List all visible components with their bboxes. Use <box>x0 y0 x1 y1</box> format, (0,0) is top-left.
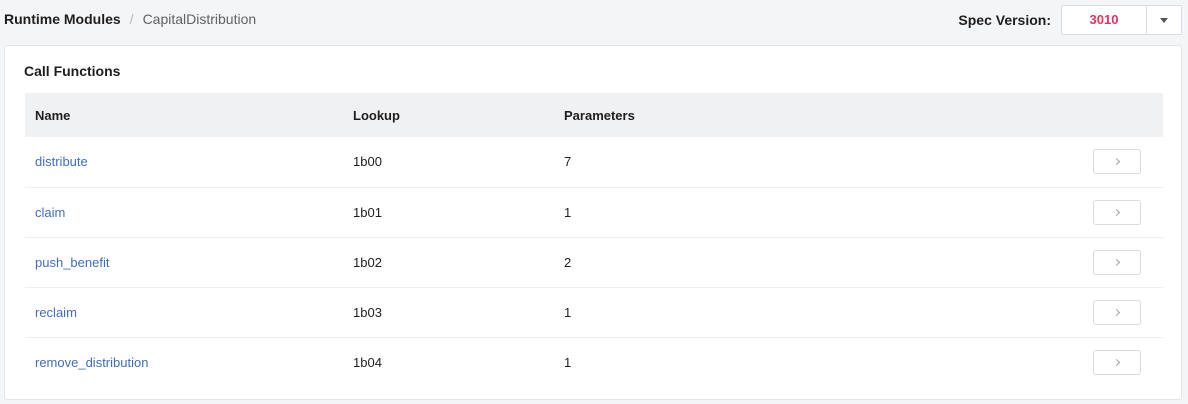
breadcrumb-root[interactable]: Runtime Modules <box>4 11 121 27</box>
spec-version-select[interactable]: 3010 <box>1061 5 1182 35</box>
function-name-link[interactable]: remove_distribution <box>35 355 148 370</box>
spec-version-value[interactable]: 3010 <box>1062 6 1147 34</box>
lookup-cell: 1b02 <box>353 254 382 270</box>
card-title: Call Functions <box>24 63 121 79</box>
parameters-cell: 7 <box>564 154 572 170</box>
view-details-button[interactable] <box>1093 349 1141 375</box>
lookup-cell: 1b00 <box>353 154 382 170</box>
chevron-right-icon <box>1112 358 1120 366</box>
column-header-lookup: Lookup <box>353 107 400 123</box>
view-details-button[interactable] <box>1093 249 1141 275</box>
lookup-cell: 1b01 <box>353 204 382 220</box>
view-details-button[interactable] <box>1093 299 1141 325</box>
parameters-cell: 1 <box>564 304 572 320</box>
chevron-right-icon <box>1112 258 1120 266</box>
parameters-cell: 2 <box>564 254 572 270</box>
parameters-cell: 1 <box>564 354 572 370</box>
spec-version-control: Spec Version: 3010 <box>958 5 1182 35</box>
chevron-right-icon <box>1112 158 1120 166</box>
view-details-button[interactable] <box>1093 149 1141 175</box>
breadcrumb-current: CapitalDistribution <box>142 11 257 27</box>
function-name-link[interactable]: reclaim <box>35 305 77 320</box>
spec-version-label: Spec Version: <box>958 12 1051 28</box>
table-row: remove_distribution 1b04 1 <box>25 337 1163 387</box>
chevron-right-icon <box>1112 208 1120 216</box>
column-header-action <box>860 93 1163 137</box>
table-row: push_benefit 1b02 2 <box>25 237 1163 287</box>
function-name-link[interactable]: distribute <box>35 154 88 169</box>
table-header-row: Name Lookup Parameters <box>25 93 1163 137</box>
call-functions-table: Name Lookup Parameters distribute 1b00 7… <box>25 93 1163 387</box>
chevron-right-icon <box>1112 308 1120 316</box>
breadcrumb: Runtime Modules / CapitalDistribution <box>4 11 256 27</box>
table-row: distribute 1b00 7 <box>25 137 1163 187</box>
function-name-link[interactable]: claim <box>35 205 65 220</box>
spec-version-dropdown-button[interactable] <box>1147 6 1181 34</box>
top-bar: Runtime Modules / CapitalDistribution Sp… <box>0 0 1188 38</box>
column-header-name: Name <box>35 107 71 123</box>
parameters-cell: 1 <box>564 204 572 220</box>
function-name-link[interactable]: push_benefit <box>35 255 109 270</box>
chevron-down-icon <box>1160 17 1168 23</box>
lookup-cell: 1b03 <box>353 304 382 320</box>
breadcrumb-separator: / <box>129 11 134 27</box>
view-details-button[interactable] <box>1093 199 1141 225</box>
column-header-parameters: Parameters <box>564 107 635 123</box>
table-row: claim 1b01 1 <box>25 187 1163 237</box>
table-row: reclaim 1b03 1 <box>25 287 1163 337</box>
call-functions-card: Call Functions Name Lookup Parameters di… <box>4 45 1182 400</box>
lookup-cell: 1b04 <box>353 354 382 370</box>
